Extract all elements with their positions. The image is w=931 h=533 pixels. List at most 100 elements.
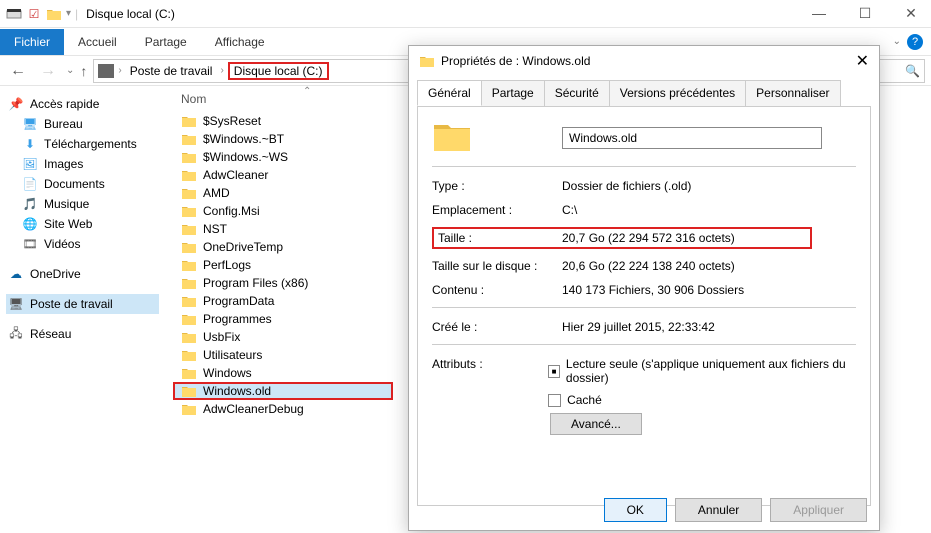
value-size: 20,7 Go (22 294 572 316 octets)	[562, 231, 735, 245]
tab-sharing[interactable]: Partage	[481, 80, 545, 106]
folder-name: Windows.old	[203, 384, 271, 398]
star-icon: 📌	[8, 97, 24, 111]
chevron-right-icon[interactable]: ›	[220, 65, 223, 76]
folder-name: AdwCleanerDebug	[203, 402, 304, 416]
videos-icon: 🎞	[22, 237, 38, 251]
sidebar-pictures[interactable]: 🖼Images	[6, 154, 159, 174]
label-attributes: Attributs :	[432, 357, 548, 371]
maximize-button[interactable]: ☐	[851, 5, 879, 22]
label-size-on-disk: Taille sur le disque :	[432, 259, 562, 273]
folder-icon	[181, 366, 197, 380]
value-contents: 140 173 Fichiers, 30 906 Dossiers	[562, 283, 744, 297]
cancel-button[interactable]: Annuler	[675, 498, 762, 522]
tab-view[interactable]: Affichage	[201, 29, 279, 55]
value-location: C:\	[562, 203, 577, 217]
folder-icon	[181, 276, 197, 290]
folder-name: AdwCleaner	[203, 168, 268, 182]
folder-name-input[interactable]	[562, 127, 822, 149]
history-dropdown[interactable]: ⌄	[66, 65, 74, 76]
tab-general[interactable]: Général	[417, 80, 482, 106]
folder-icon	[181, 132, 197, 146]
sidebar-music[interactable]: 🎵Musique	[6, 194, 159, 214]
checkbox-hidden[interactable]: Caché	[548, 393, 856, 407]
checkbox-icon	[548, 394, 561, 407]
folder-icon	[181, 384, 197, 398]
folder-icon	[181, 204, 197, 218]
ribbon-expand-icon[interactable]: ⌄	[893, 36, 901, 47]
tab-previous-versions[interactable]: Versions précédentes	[609, 80, 746, 106]
folder-icon	[181, 186, 197, 200]
tab-file[interactable]: Fichier	[0, 29, 64, 55]
label-type: Type :	[432, 179, 562, 193]
sidebar-siteweb[interactable]: 🌐Site Web	[6, 214, 159, 234]
folder-name: UsbFix	[203, 330, 240, 344]
folder-icon	[181, 240, 197, 254]
forward-button[interactable]: →	[36, 62, 60, 80]
help-icon[interactable]: ?	[907, 34, 923, 50]
sidebar-thispc[interactable]: 🖥Poste de travail	[6, 294, 159, 314]
apply-button[interactable]: Appliquer	[770, 498, 867, 522]
sidebar-desktop[interactable]: 🖥Bureau	[6, 114, 159, 134]
dialog-body: Type :Dossier de fichiers (.old) Emplace…	[417, 106, 871, 506]
sidebar-downloads[interactable]: ⬇Téléchargements	[6, 134, 159, 154]
sidebar-documents[interactable]: 📄Documents	[6, 174, 159, 194]
ok-button[interactable]: OK	[604, 498, 667, 522]
download-icon: ⬇	[22, 137, 38, 151]
folder-icon	[181, 312, 197, 326]
dialog-title: Propriétés de : Windows.old	[441, 54, 590, 68]
tab-security[interactable]: Sécurité	[544, 80, 610, 106]
checkbox-readonly[interactable]: Lecture seule (s'applique uniquement aux…	[548, 357, 856, 385]
folder-name: Program Files (x86)	[203, 276, 308, 290]
folder-icon	[181, 168, 197, 182]
folder-name: Windows	[203, 366, 252, 380]
sidebar-videos[interactable]: 🎞Vidéos	[6, 234, 159, 254]
dialog-titlebar: Propriétés de : Windows.old ✕	[409, 46, 879, 76]
back-button[interactable]: ←	[6, 62, 30, 80]
label-contents: Contenu :	[432, 283, 562, 297]
up-button[interactable]: ↑	[80, 63, 87, 79]
size-highlight: Taille :20,7 Go (22 294 572 316 octets)	[432, 227, 812, 249]
drive-icon	[6, 6, 22, 22]
folder-name: PerfLogs	[203, 258, 251, 272]
close-button[interactable]: ✕	[897, 5, 925, 22]
folder-row[interactable]: Windows.old	[173, 382, 393, 400]
sidebar-quickaccess[interactable]: 📌Accès rapide	[6, 94, 159, 114]
folder-name: AMD	[203, 186, 230, 200]
tab-share[interactable]: Partage	[131, 29, 201, 55]
onedrive-icon: ☁	[8, 267, 24, 281]
sidebar-network[interactable]: 🖧Réseau	[6, 324, 159, 344]
folder-icon	[181, 258, 197, 272]
folder-large-icon	[432, 119, 562, 156]
dialog-tabs: Général Partage Sécurité Versions précéd…	[409, 76, 879, 106]
value-size-on-disk: 20,6 Go (22 224 138 240 octets)	[562, 259, 735, 273]
properties-icon[interactable]: ☑	[26, 6, 42, 22]
minimize-button[interactable]: —	[805, 5, 833, 22]
dialog-close-button[interactable]: ✕	[856, 51, 869, 71]
tab-customize[interactable]: Personnaliser	[745, 80, 840, 106]
window-controls: — ☐ ✕	[805, 5, 925, 22]
sidebar-onedrive[interactable]: ☁OneDrive	[6, 264, 159, 284]
chevron-right-icon[interactable]: ›	[118, 65, 121, 76]
checkbox-icon	[548, 365, 560, 378]
navigation-pane: 📌Accès rapide 🖥Bureau ⬇Téléchargements 🖼…	[0, 86, 165, 533]
breadcrumb-thispc[interactable]: Poste de travail	[126, 62, 217, 80]
pictures-icon: 🖼	[22, 157, 38, 171]
label-size: Taille :	[438, 231, 562, 245]
value-type: Dossier de fichiers (.old)	[562, 179, 691, 193]
quick-access-toolbar: ☑ ▾ |	[6, 6, 78, 22]
folder-icon	[181, 294, 197, 308]
globe-icon: 🌐	[22, 217, 38, 231]
tab-home[interactable]: Accueil	[64, 29, 131, 55]
folder-icon	[419, 54, 435, 68]
window-titlebar: ☑ ▾ | Disque local (C:) — ☐ ✕	[0, 0, 931, 28]
documents-icon: 📄	[22, 177, 38, 191]
advanced-button[interactable]: Avancé...	[550, 413, 642, 435]
folder-name: $SysReset	[203, 114, 261, 128]
qa-dropdown-icon[interactable]: ▾	[66, 8, 71, 19]
properties-dialog: Propriétés de : Windows.old ✕ Général Pa…	[408, 45, 880, 531]
desktop-icon: 🖥	[22, 117, 38, 131]
breadcrumb-drive[interactable]: Disque local (C:)	[228, 62, 329, 80]
pc-icon: 🖥	[8, 297, 24, 311]
sort-indicator-icon: ⌃	[303, 86, 311, 97]
search-icon: 🔍	[905, 64, 920, 78]
